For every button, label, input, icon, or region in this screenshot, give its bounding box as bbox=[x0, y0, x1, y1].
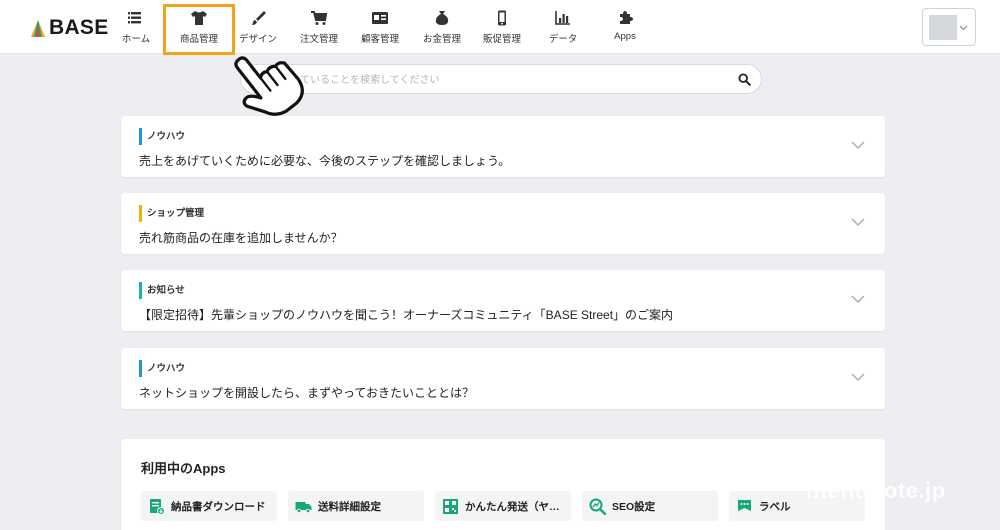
app-label: かんたん発送（ヤ… bbox=[465, 501, 560, 513]
search-icon[interactable] bbox=[738, 73, 751, 86]
notice-card[interactable]: ノウハウ ネットショップを開設したら、まずやっておきたいこととは？ bbox=[121, 348, 885, 409]
active-nav-highlight bbox=[163, 4, 235, 55]
notice-card[interactable]: お知らせ 【限定招待】先輩ショップのノウハウを聞こう！オーナーズコミュニティ「B… bbox=[121, 270, 885, 331]
invoice-icon bbox=[150, 499, 165, 515]
chevron-down-icon[interactable] bbox=[851, 217, 865, 227]
nav-label: Apps bbox=[614, 31, 636, 42]
top-navigation-bar: BASE ホーム 商品管理 デザイン 注文管理 顧客管理 お金管理 販促管理 デ… bbox=[0, 0, 1000, 54]
card-message: 売れ筋商品の在庫を追加しませんか？ bbox=[139, 231, 343, 245]
category-label: ショップ管理 bbox=[147, 208, 205, 219]
label-icon bbox=[738, 500, 751, 511]
card-message: 【限定招待】先輩ショップのノウハウを聞こう！オーナーズコミュニティ「BASE S… bbox=[139, 308, 674, 322]
notice-card[interactable]: ショップ管理 売れ筋商品の在庫を追加しませんか？ bbox=[121, 193, 885, 254]
site-watermark: ntent-note.jp bbox=[806, 478, 946, 503]
app-item-easy-shipping[interactable]: かんたん発送（ヤ… bbox=[435, 491, 571, 521]
category-label: ノウハウ bbox=[147, 131, 186, 142]
home-icon bbox=[128, 12, 141, 24]
apps-section-title: 利用中のApps bbox=[141, 461, 226, 476]
chevron-down-icon[interactable] bbox=[851, 294, 865, 304]
seo-chart-icon bbox=[589, 498, 606, 515]
chevron-down-icon bbox=[959, 25, 968, 31]
category-label: お知らせ bbox=[147, 285, 185, 296]
category-color-bar bbox=[139, 205, 142, 222]
category-color-bar bbox=[139, 360, 142, 377]
qr-box-icon bbox=[443, 499, 458, 514]
app-item-invoice-download[interactable]: 納品書ダウンロード bbox=[141, 491, 277, 521]
card-category: お知らせ bbox=[139, 282, 185, 299]
app-label: 送料詳細設定 bbox=[318, 501, 381, 513]
card-category: ノウハウ bbox=[139, 360, 185, 377]
help-search-box bbox=[240, 64, 762, 94]
notice-card[interactable]: ノウハウ 売上をあげていくために必要な、今後のステップを確認しましょう。 bbox=[121, 116, 885, 177]
chevron-down-icon[interactable] bbox=[851, 140, 865, 150]
logo-mark-icon bbox=[31, 20, 45, 37]
category-color-bar bbox=[139, 128, 142, 145]
app-item-seo-settings[interactable]: SEO設定 bbox=[582, 491, 718, 521]
money-bag-icon bbox=[435, 11, 449, 25]
nav-item-apps[interactable]: Apps bbox=[589, 0, 661, 54]
app-label: SEO設定 bbox=[612, 501, 656, 513]
avatar bbox=[929, 15, 957, 40]
cart-icon bbox=[311, 11, 328, 25]
puzzle-icon bbox=[620, 11, 633, 24]
id-card-icon bbox=[372, 12, 388, 24]
account-menu[interactable] bbox=[922, 8, 976, 46]
chevron-down-icon[interactable] bbox=[851, 372, 865, 382]
app-item-shipping-settings[interactable]: 送料詳細設定 bbox=[288, 491, 424, 521]
help-search-input[interactable] bbox=[261, 71, 731, 89]
card-message: 売上をあげていくために必要な、今後のステップを確認しましょう。 bbox=[139, 154, 511, 168]
category-color-bar bbox=[139, 282, 142, 299]
app-label: 納品書ダウンロード bbox=[171, 501, 266, 513]
card-category: ノウハウ bbox=[139, 128, 185, 145]
card-message: ネットショップを開設したら、まずやっておきたいこととは？ bbox=[139, 386, 475, 400]
base-logo[interactable]: BASE bbox=[30, 15, 109, 41]
truck-icon bbox=[295, 502, 312, 514]
category-label: ノウハウ bbox=[147, 363, 186, 374]
app-label: ラベル bbox=[759, 501, 791, 513]
brush-icon bbox=[252, 11, 266, 25]
installed-apps-panel: 利用中のApps 納品書ダウンロード 送料詳細設定 かんたん発送（ヤ… SEO設… bbox=[121, 439, 885, 530]
phone-icon bbox=[498, 10, 506, 26]
bar-chart-icon bbox=[555, 11, 570, 25]
nav-item-home[interactable]: ホーム bbox=[100, 0, 172, 54]
card-category: ショップ管理 bbox=[139, 205, 204, 222]
nav-label: ホーム bbox=[121, 34, 151, 45]
